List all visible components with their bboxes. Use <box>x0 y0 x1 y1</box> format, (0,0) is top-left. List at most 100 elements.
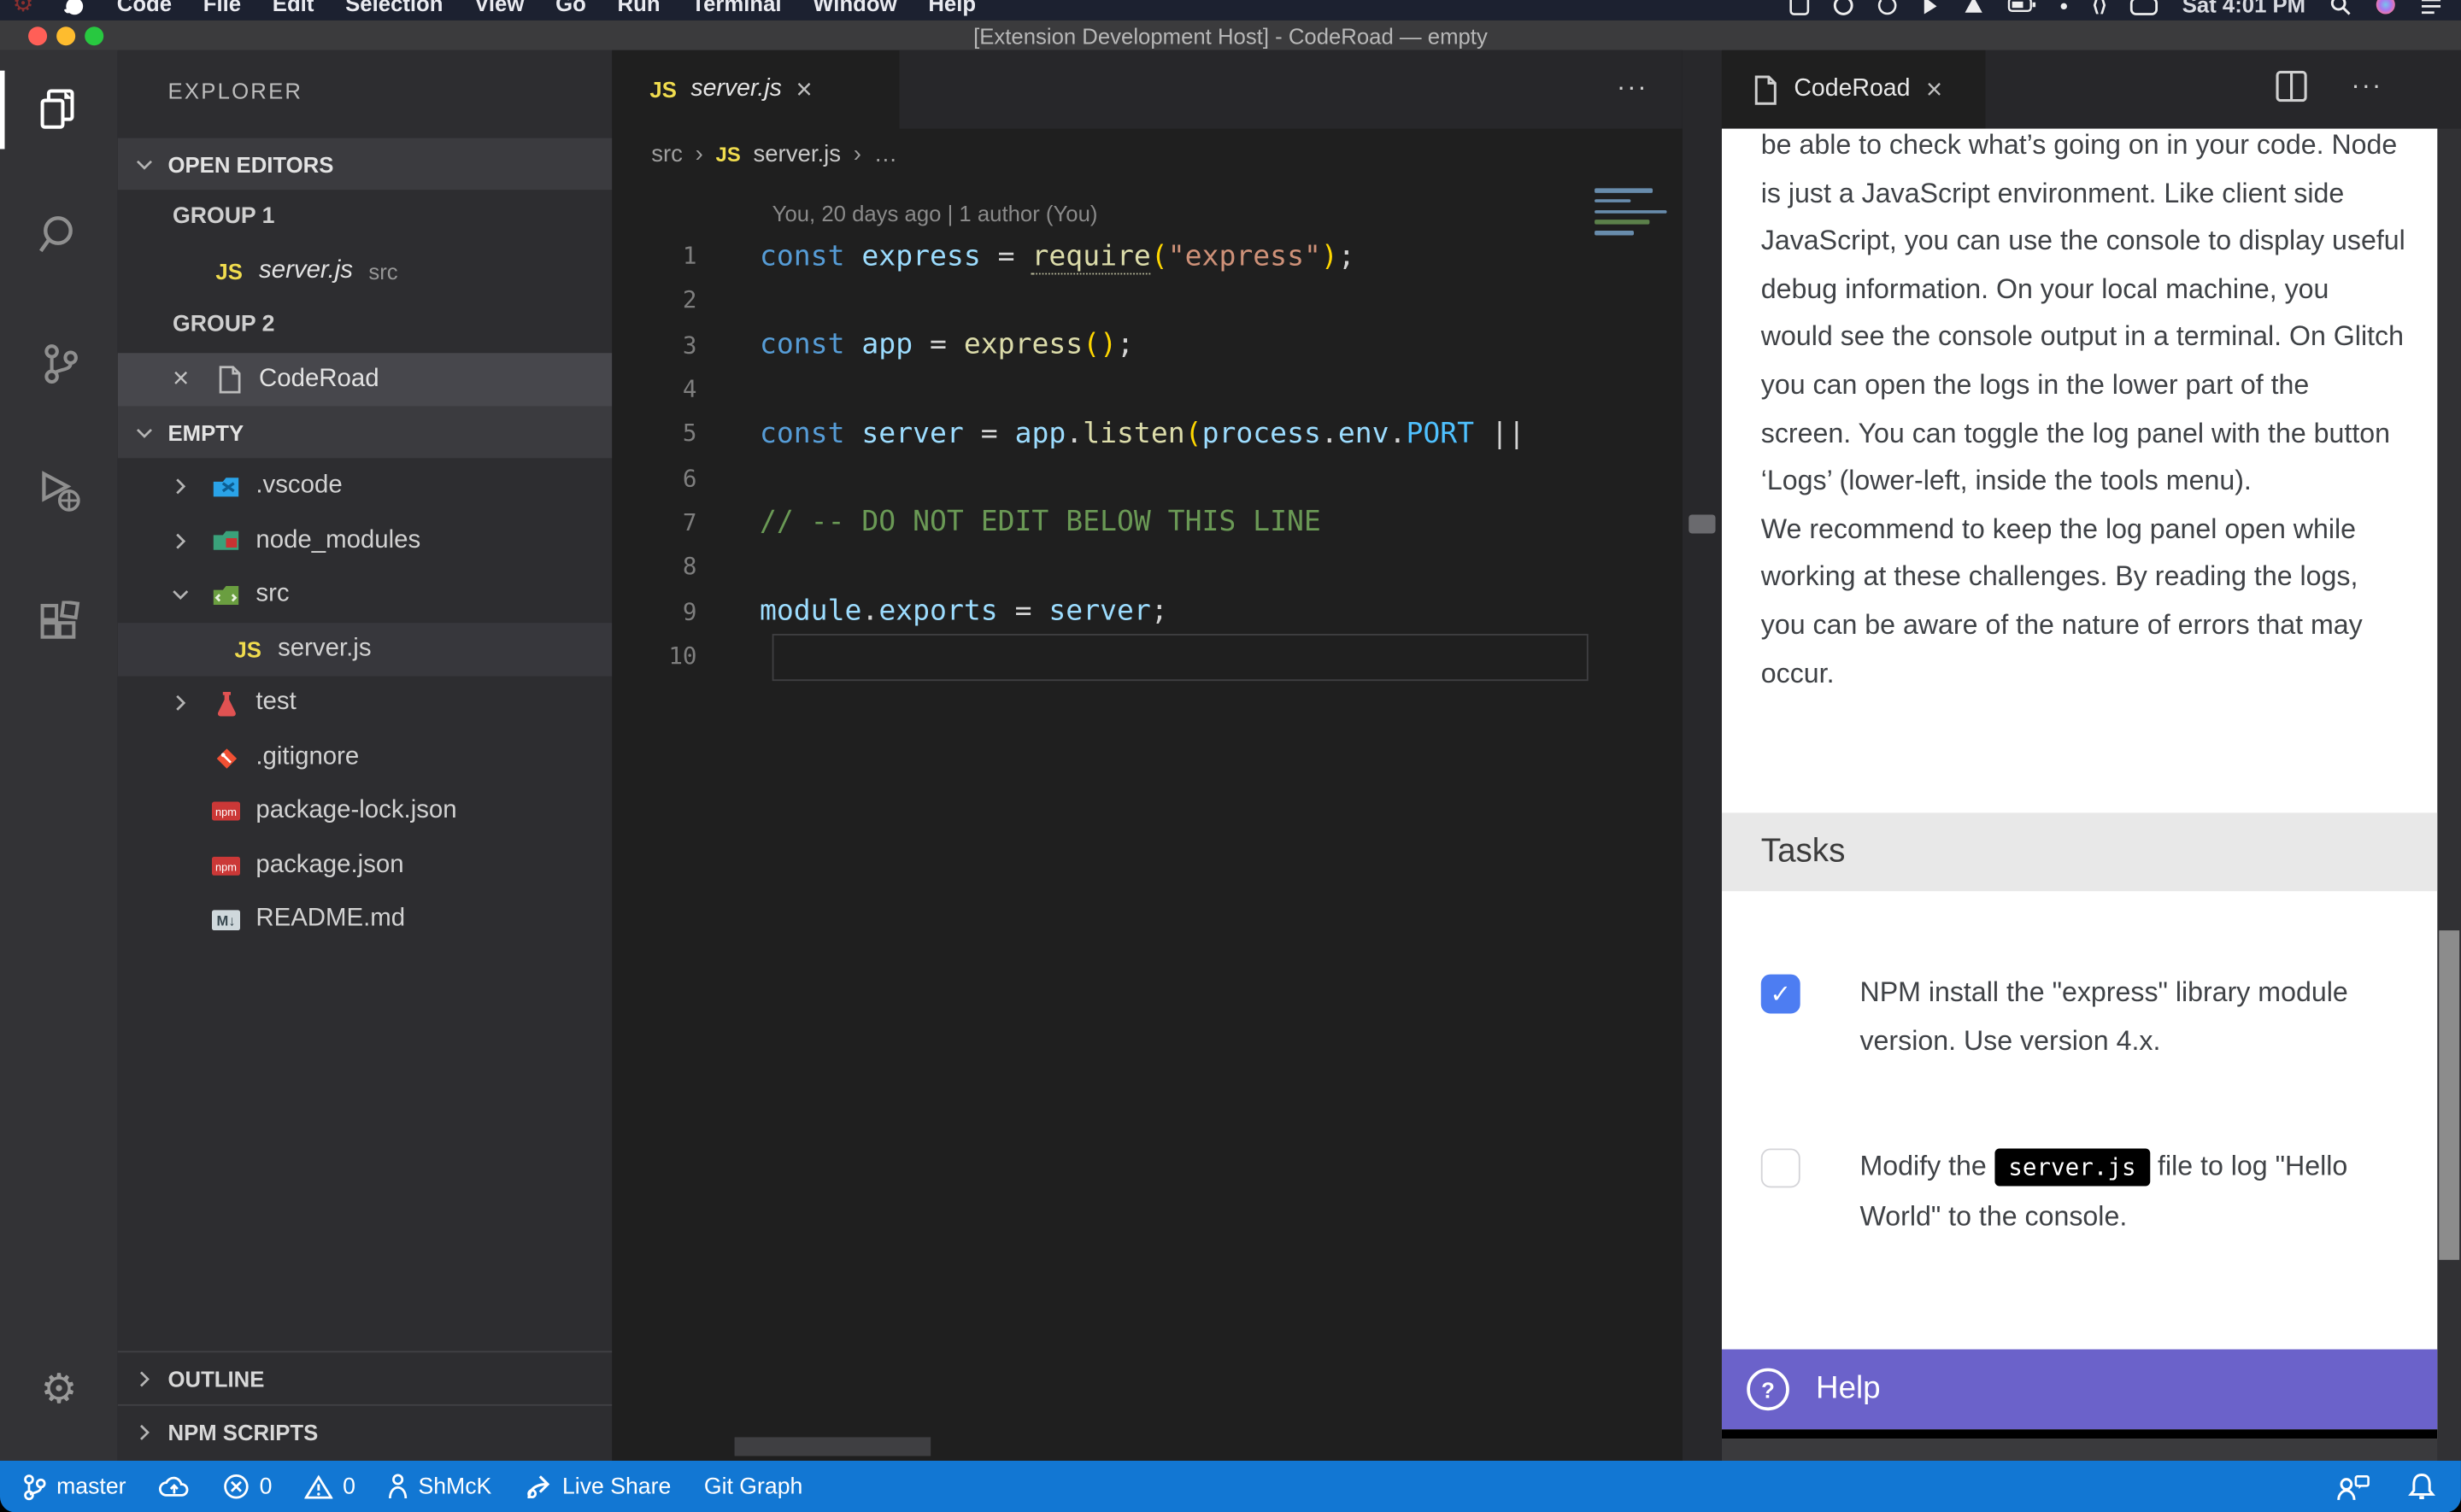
open-editors-header[interactable]: OPEN EDITORS <box>118 138 613 190</box>
run-debug-icon[interactable] <box>0 450 118 532</box>
chevron-right-icon <box>133 1421 156 1443</box>
code-line[interactable]: 7// -- DO NOT EDIT BELOW THIS LINE <box>612 501 1683 545</box>
editor-panel-sash[interactable] <box>1683 50 1722 1461</box>
tree-item-README-md[interactable]: M↓README.md <box>118 893 613 946</box>
live-share-contacts-icon[interactable] <box>2335 1473 2370 1501</box>
status-bar: master 0 0 ShMcK Live Share Git Graph <box>0 1461 2461 1512</box>
lesson-bar[interactable]: 1. Meet the Node Console 1 of 2 tasks <box>1722 1429 2438 1439</box>
tree-item-node-modules[interactable]: node_modules <box>118 514 613 568</box>
macos-menu-bar: ⚙ CodeFileEditSelectionViewGoRunTerminal… <box>0 0 2461 21</box>
task-text: NPM install the "express" library module… <box>1859 968 2412 1065</box>
status-0[interactable]: 0 <box>305 1474 355 1499</box>
status-shmck[interactable]: ShMcK <box>389 1474 492 1500</box>
menu-item-terminal[interactable]: Terminal <box>691 0 781 15</box>
code-line[interactable]: 5const server = app.listen(process.env.P… <box>612 412 1683 456</box>
panel-scrollbar[interactable] <box>2437 129 2461 1461</box>
notification-center-icon[interactable] <box>2420 0 2442 15</box>
chevron-down-icon <box>169 584 191 607</box>
status-live-share[interactable]: Live Share <box>525 1473 671 1501</box>
warning-icon <box>305 1474 333 1499</box>
spotlight-search-icon[interactable] <box>2329 0 2352 15</box>
checkbox-checked-icon[interactable]: ✓ <box>1761 975 1800 1014</box>
menu-item-code[interactable]: Code <box>117 0 172 15</box>
breadcrumb-item[interactable]: … <box>874 141 898 167</box>
siri-icon[interactable] <box>2375 0 2397 15</box>
code-line[interactable]: 1const express = require("express"); <box>612 234 1683 278</box>
breadcrumb[interactable]: src›JSserver.js›… <box>651 141 897 167</box>
checkbox-unchecked-icon[interactable] <box>1761 1148 1800 1187</box>
file-path-badge: src <box>368 259 397 284</box>
folder-root-header[interactable]: EMPTY <box>118 407 613 459</box>
extensions-icon[interactable] <box>0 582 118 664</box>
code-line[interactable]: 4 <box>612 367 1683 412</box>
code-line[interactable]: 8 <box>612 544 1683 589</box>
apple-menu-icon[interactable] <box>65 0 85 15</box>
minimap[interactable] <box>1591 188 1670 244</box>
display-icon[interactable] <box>2130 0 2159 15</box>
menu-item-go[interactable]: Go <box>555 0 586 15</box>
window-title-bar[interactable]: [Extension Development Host] - CodeRoad … <box>0 21 2461 52</box>
menu-item-window[interactable]: Window <box>813 0 896 15</box>
tree-item-test[interactable]: test <box>118 677 613 730</box>
code-editor[interactable]: 1const express = require("express");23co… <box>612 234 1683 678</box>
more-actions-icon[interactable]: ··· <box>2351 71 2382 103</box>
tree-item-label: node_modules <box>255 527 420 555</box>
open-editor-item[interactable]: ×CodeRoad <box>118 352 613 406</box>
line-number: 1 <box>612 242 709 270</box>
tab-server-js[interactable]: JS server.js × <box>612 50 899 129</box>
menu-item-run[interactable]: Run <box>618 0 661 15</box>
sync-icon[interactable] <box>1877 0 1898 15</box>
help-bar[interactable]: ? Help <box>1722 1350 2438 1430</box>
scrollbar-handle[interactable] <box>1689 514 1715 533</box>
explorer-icon[interactable] <box>0 69 118 151</box>
split-editor-icon[interactable] <box>2276 71 2307 103</box>
tree-item-server-js[interactable]: JSserver.js <box>118 622 613 676</box>
search-icon[interactable] <box>0 195 118 277</box>
tasks-header: Tasks <box>1722 812 2438 891</box>
breadcrumb-item[interactable]: server.js <box>753 141 841 167</box>
status-master[interactable]: master <box>22 1473 126 1501</box>
status-git-graph[interactable]: Git Graph <box>704 1474 802 1499</box>
code-line[interactable]: 2 <box>612 278 1683 323</box>
code-brackets-icon[interactable]: ⟨⟩ <box>2092 0 2106 15</box>
close-editor-icon[interactable]: × <box>173 363 212 396</box>
editor-more-actions-button[interactable]: ··· <box>1617 72 1648 103</box>
menu-item-file[interactable]: File <box>203 0 241 15</box>
menu-item-edit[interactable]: Edit <box>273 0 314 15</box>
code-line[interactable]: 6 <box>612 456 1683 501</box>
menu-clock[interactable]: Sat 4:01 PM <box>2182 0 2305 17</box>
menu-item-selection[interactable]: Selection <box>345 0 443 15</box>
breadcrumb-item[interactable]: src <box>651 141 683 167</box>
menu-item-view[interactable]: View <box>474 0 524 15</box>
tree-item-label: package-lock.json <box>255 798 456 826</box>
source-control-icon[interactable] <box>0 323 118 405</box>
window-icon[interactable] <box>1789 0 1810 15</box>
horizontal-scrollbar[interactable] <box>735 1437 931 1456</box>
status-0[interactable]: 0 <box>223 1474 272 1500</box>
tree-item-package-json[interactable]: npmpackage.json <box>118 839 613 893</box>
tree-item-package-lock-json[interactable]: npm package-lock.json <box>118 784 613 838</box>
triangle-icon[interactable] <box>1964 0 1984 15</box>
sidebar-section-outline[interactable]: OUTLINE <box>118 1351 613 1404</box>
code-line[interactable]: 10 <box>612 633 1683 677</box>
menu-item-help[interactable]: Help <box>928 0 976 15</box>
scrollbar-thumb[interactable] <box>2439 930 2459 1260</box>
cursor-icon[interactable] <box>1921 0 1940 15</box>
npm-icon: npm <box>209 802 243 821</box>
status-cloud[interactable] <box>159 1474 191 1498</box>
open-editor-item[interactable]: JSserver.jssrc <box>118 244 613 298</box>
shield-icon[interactable] <box>1833 0 1853 15</box>
sidebar-section-npm-scripts[interactable]: NPM SCRIPTS <box>118 1404 613 1457</box>
settings-gear-icon[interactable]: ⚙ <box>0 1348 118 1430</box>
explorer-title: EXPLORER <box>168 79 303 103</box>
close-tab-icon[interactable]: × <box>796 73 812 106</box>
tree-item-src[interactable]: src <box>118 568 613 622</box>
tree-item--vscode[interactable]: .vscode <box>118 460 613 513</box>
battery-icon[interactable] <box>2007 0 2035 15</box>
code-line[interactable]: 9module.exports = server; <box>612 589 1683 633</box>
tab-coderoad[interactable]: CodeRoad × <box>1722 50 1986 129</box>
close-tab-icon[interactable]: × <box>1926 73 1942 106</box>
tree-item--gitignore[interactable]: .gitignore <box>118 730 613 784</box>
notifications-bell-icon[interactable] <box>2407 1472 2435 1502</box>
code-line[interactable]: 3const app = express(); <box>612 323 1683 367</box>
